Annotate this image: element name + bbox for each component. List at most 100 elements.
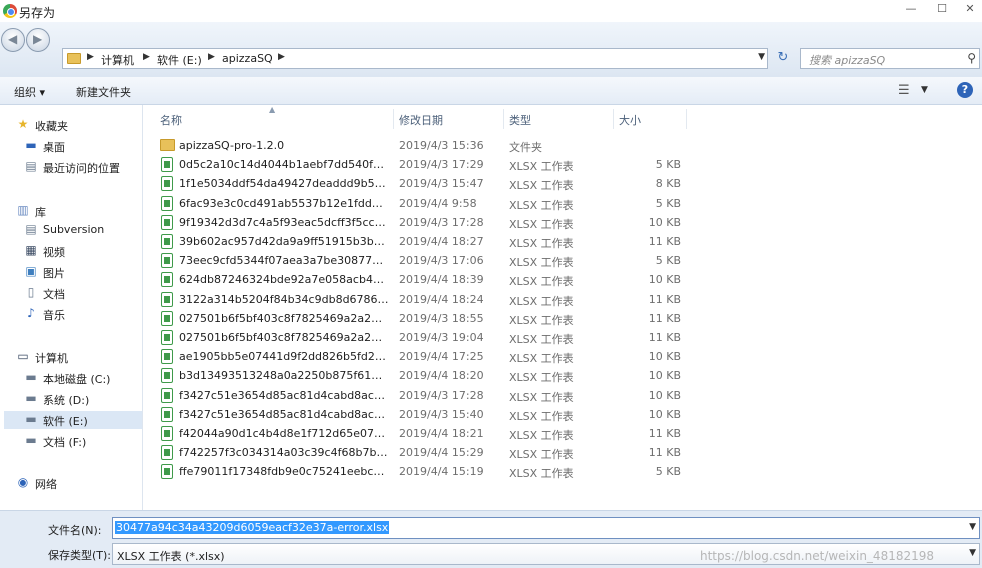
- sidebar-item-drive-c[interactable]: ▬ 本地磁盘 (C:): [24, 369, 136, 387]
- column-header-type[interactable]: 类型: [509, 112, 531, 128]
- file-date: 2019/4/3 15:40: [399, 407, 484, 421]
- drive-icon: ▬: [25, 412, 37, 426]
- file-type: XLSX 工作表: [509, 237, 574, 250]
- file-row[interactable]: 0d5c2a10c14d4044b1aebf7dd540f16... 2019/4…: [156, 155, 696, 174]
- file-row[interactable]: 624db87246324bde92a7e058acb4db... 2019/4/…: [156, 270, 696, 289]
- file-row[interactable]: 027501b6f5bf403c8f7825469a2a2658... 2019/…: [156, 309, 696, 328]
- file-size: 10 KB: [648, 350, 681, 364]
- breadcrumb-separator[interactable]: ▶: [208, 52, 215, 62]
- minimize-button[interactable]: —: [896, 0, 926, 20]
- breadcrumb-drive-e[interactable]: 软件 (E:): [157, 52, 202, 68]
- xlsx-file-icon: [161, 253, 173, 269]
- sidebar-item-music[interactable]: ♪ 音乐: [24, 305, 136, 323]
- refresh-button[interactable]: ↻: [772, 48, 794, 69]
- sidebar-item-subversion[interactable]: ▤ Subversion: [24, 221, 136, 239]
- filename-value[interactable]: 30477a94c34a43209d6059eacf32e37a-error.x…: [115, 521, 390, 534]
- file-row[interactable]: 027501b6f5bf403c8f7825469a2a2658... 2019/…: [156, 328, 696, 347]
- folder-icon: [160, 139, 175, 151]
- file-date: 2019/4/4 18:39: [399, 273, 484, 287]
- breadcrumb-separator[interactable]: ▶: [143, 52, 150, 62]
- file-date: 2019/4/3 17:28: [399, 388, 484, 402]
- watermark: https://blog.csdn.net/weixin_48182198: [700, 549, 935, 563]
- sidebar-favorites[interactable]: ★ 收藏夹: [16, 116, 136, 134]
- breadcrumb-apizzasq[interactable]: apizzaSQ: [222, 52, 273, 65]
- file-row[interactable]: 9f19342d3d7c4a5f93eac5dcff3f5cc7-t... 201…: [156, 213, 696, 232]
- help-icon[interactable]: ?: [957, 82, 973, 98]
- file-date: 2019/4/3 19:04: [399, 331, 484, 344]
- file-row[interactable]: apizzaSQ-pro-1.2.0 2019/4/3 15:36 文件夹: [156, 136, 696, 155]
- sidebar-item-pictures[interactable]: ▣ 图片: [24, 263, 136, 281]
- xlsx-file-icon: [161, 330, 173, 345]
- search-icon[interactable]: ⚲: [967, 51, 976, 65]
- file-size: 11 KB: [648, 292, 681, 306]
- file-date: 2019/4/4 15:29: [399, 446, 484, 460]
- sidebar-item-drive-f[interactable]: ▬ 文档 (F:): [24, 432, 136, 450]
- sidebar-item-documents[interactable]: ▯ 文档: [24, 284, 136, 302]
- organize-button[interactable]: 组织 ▾: [14, 84, 45, 100]
- forward-button[interactable]: [26, 28, 50, 52]
- star-icon: ★: [17, 117, 29, 131]
- file-type: XLSX 工作表: [509, 294, 574, 308]
- filename-input[interactable]: 30477a94c34a43209d6059eacf32e37a-error.x…: [112, 517, 980, 539]
- file-name: 73eec9cfd5344f07aea3a7be308770b...: [179, 254, 389, 268]
- file-row[interactable]: b3d13493513248a0a2250b875f61dc5... 2019/4…: [156, 366, 696, 385]
- xlsx-file-icon: [161, 349, 173, 365]
- filename-dropdown-icon[interactable]: ▼: [969, 522, 976, 532]
- sidebar-item-recent[interactable]: ▤ 最近访问的位置: [24, 158, 136, 176]
- sidebar-libraries[interactable]: ▥ 库: [16, 202, 136, 220]
- new-folder-button[interactable]: 新建文件夹: [76, 84, 131, 100]
- file-row[interactable]: 3122a314b5204f84b34c9db8d67862... 2019/4/…: [156, 290, 696, 309]
- file-row[interactable]: f742257f3c034314a03c39c4f68b7b7e... 2019/…: [156, 443, 696, 462]
- file-type: XLSX 工作表: [509, 390, 574, 404]
- column-divider[interactable]: [686, 109, 687, 129]
- sidebar-item-drive-e[interactable]: ▬ 软件 (E:): [4, 411, 142, 429]
- file-type: XLSX 工作表: [509, 160, 574, 174]
- column-divider[interactable]: [393, 109, 394, 129]
- file-name: 624db87246324bde92a7e058acb4db...: [179, 273, 389, 287]
- view-options-icon[interactable]: ☰: [898, 83, 910, 98]
- maximize-button[interactable]: ☐: [927, 0, 957, 20]
- file-size: 5 KB: [655, 254, 681, 268]
- file-row[interactable]: f3427c51e3654d85ac81d4cabd8acb7... 2019/4…: [156, 386, 696, 405]
- file-row[interactable]: ffe79011f17348fdb9e0c75241eebc78... 2019/…: [156, 462, 696, 481]
- file-name: f3427c51e3654d85ac81d4cabd8acb7...: [179, 407, 389, 421]
- breadcrumb-computer[interactable]: 计算机: [101, 52, 134, 68]
- file-size: 10 KB: [648, 407, 681, 421]
- column-header-size[interactable]: 大小: [619, 112, 641, 128]
- back-button[interactable]: [1, 28, 25, 52]
- breadcrumb-separator[interactable]: ▶: [278, 52, 285, 62]
- toolbar: 组织 ▾ 新建文件夹 ☰ ▼ ?: [0, 77, 982, 105]
- address-dropdown-icon[interactable]: ▼: [758, 52, 765, 62]
- column-divider[interactable]: [503, 109, 504, 129]
- file-row[interactable]: 1f1e5034ddf54da49427deaddd9b5f0... 2019/4…: [156, 174, 696, 193]
- column-divider[interactable]: [613, 109, 614, 129]
- file-row[interactable]: f42044a90d1c4b4d8e1f712d65e071f... 2019/4…: [156, 424, 696, 443]
- savetype-dropdown-icon[interactable]: ▼: [969, 548, 976, 558]
- file-row[interactable]: 39b602ac957d42da9a9ff51915b3b5f... 2019/4…: [156, 232, 696, 251]
- file-name: 3122a314b5204f84b34c9db8d67862...: [179, 292, 389, 306]
- sidebar-item-videos[interactable]: ▦ 视频: [24, 242, 136, 260]
- sidebar-network[interactable]: ◉ 网络: [16, 474, 136, 492]
- sidebar-item-drive-d[interactable]: ▬ 系统 (D:): [24, 390, 136, 408]
- column-header-date[interactable]: 修改日期: [399, 112, 443, 128]
- close-button[interactable]: ✕: [955, 0, 982, 20]
- drive-icon: ▬: [25, 370, 37, 384]
- sidebar-computer[interactable]: ▭ 计算机: [16, 348, 136, 366]
- file-row[interactable]: 6fac93e3c0cd491ab5537b12e1fdd30... 2019/4…: [156, 194, 696, 213]
- address-bar[interactable]: ▶ 计算机 ▶ 软件 (E:) ▶ apizzaSQ ▶ ▼: [62, 48, 768, 69]
- file-type: XLSX 工作表: [509, 352, 574, 366]
- xlsx-file-icon: [161, 234, 173, 249]
- xlsx-file-icon: [161, 387, 173, 403]
- search-input[interactable]: 搜索 apizzaSQ ⚲: [800, 48, 980, 69]
- file-name: 027501b6f5bf403c8f7825469a2a2658...: [179, 331, 389, 344]
- file-size: 10 KB: [648, 388, 681, 402]
- file-type: XLSX 工作表: [509, 333, 574, 346]
- file-row[interactable]: 73eec9cfd5344f07aea3a7be308770b... 2019/4…: [156, 251, 696, 270]
- desktop-icon: ▬: [25, 138, 37, 152]
- file-row[interactable]: f3427c51e3654d85ac81d4cabd8acb7... 2019/4…: [156, 405, 696, 424]
- column-header-name[interactable]: 名称: [160, 112, 182, 128]
- sidebar-item-desktop[interactable]: ▬ 桌面: [24, 137, 136, 155]
- view-dropdown-icon[interactable]: ▼: [921, 85, 928, 95]
- file-row[interactable]: ae1905bb5e07441d9f2dd826b5fd29... 2019/4/…: [156, 347, 696, 366]
- breadcrumb-separator[interactable]: ▶: [87, 52, 94, 62]
